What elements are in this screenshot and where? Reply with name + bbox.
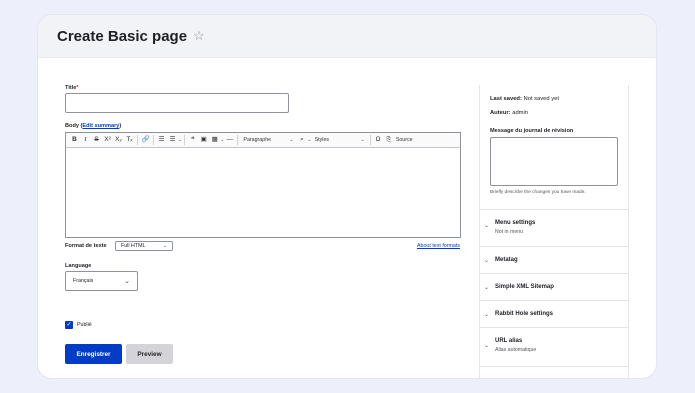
link-icon[interactable]: 🔗 xyxy=(140,133,151,147)
accordion-url-alias[interactable]: ⌄ URL alias Alias automatique xyxy=(480,327,628,367)
heading-dropdown-value: Paragraphe xyxy=(243,137,272,143)
image-icon[interactable]: ▣ xyxy=(198,133,209,147)
table-icon[interactable]: ▦ xyxy=(209,133,220,147)
chevron-down-icon: ⌄ xyxy=(484,258,490,264)
last-saved-value: Not saved yet xyxy=(523,96,559,102)
title-label: Title* xyxy=(65,85,79,91)
special-characters-icon[interactable]: Ω xyxy=(373,133,384,147)
accordion-title: Rabbit Hole settings xyxy=(495,311,554,317)
author-label: Auteur: xyxy=(490,110,511,116)
superscript-button[interactable]: X² xyxy=(102,133,113,147)
body-label-text: Body xyxy=(65,123,79,129)
author-value: admin xyxy=(512,110,529,116)
page-header: Create Basic page ☆ xyxy=(38,15,656,58)
accordion-menu-settings[interactable]: ⌄ Menu settings Not in menu xyxy=(480,209,628,246)
chevron-down-icon[interactable]: ⌄ xyxy=(178,137,182,143)
language-select[interactable]: Français ⌄ xyxy=(65,271,138,291)
bullet-list-icon[interactable]: ☰ xyxy=(156,133,167,147)
language-select-value: Français xyxy=(73,278,94,284)
accordion-title: Metatag xyxy=(495,257,518,263)
source-button[interactable]: ⎘ Source xyxy=(384,137,416,144)
accordion-summary: Not in menu xyxy=(495,229,523,235)
preview-button[interactable]: Preview xyxy=(126,344,173,364)
accordion-metatag[interactable]: ⌄ Metatag xyxy=(480,246,628,273)
required-mark: * xyxy=(76,85,79,91)
format-select-value: Full HTML xyxy=(121,243,146,249)
blockquote-icon[interactable]: ❝ xyxy=(187,133,198,147)
chevron-down-icon: ⌄ xyxy=(484,285,490,291)
toolbar-separator xyxy=(184,135,186,145)
last-saved: Last saved: Not saved yet xyxy=(490,96,559,102)
chevron-down-icon: ⌄ xyxy=(484,223,490,229)
accordion-title: Simple XML Sitemap xyxy=(495,284,554,290)
save-button[interactable]: Enregistrer xyxy=(65,344,122,364)
numbered-list-icon[interactable]: ☰ xyxy=(167,133,178,147)
styles-dropdown-value: Styles xyxy=(314,137,330,143)
revision-label: Message du journal de révision xyxy=(490,128,574,134)
published-label: Publié xyxy=(77,322,92,328)
styles-dropdown[interactable]: Styles ⌄ xyxy=(312,137,368,143)
title-label-text: Title xyxy=(65,85,77,91)
page-card: Create Basic page ☆ Title* Body (Edit su… xyxy=(38,15,656,378)
heading-dropdown[interactable]: Paragraphe ⌄ xyxy=(240,137,296,143)
subscript-button[interactable]: X₂ xyxy=(113,133,124,147)
accordion-title: Menu settings xyxy=(495,220,536,226)
chevron-down-icon: ⌄ xyxy=(289,137,294,143)
accordion-simple-xml-sitemap[interactable]: ⌄ Simple XML Sitemap xyxy=(480,273,628,300)
source-icon: ⎘ xyxy=(386,136,391,143)
accordion-summary: Alias automatique xyxy=(495,347,537,353)
chevron-down-icon: ⌄ xyxy=(124,278,130,285)
chevron-down-icon: ⌄ xyxy=(484,343,490,349)
toolbar-separator xyxy=(153,135,154,145)
title-input[interactable] xyxy=(65,93,289,113)
toolbar-separator xyxy=(369,135,371,145)
author: Auteur: admin xyxy=(490,110,528,116)
page-title: Create Basic page xyxy=(57,27,188,45)
accordion-title: URL alias xyxy=(495,338,523,344)
strikethrough-button[interactable]: S xyxy=(91,133,102,147)
horizontal-line-icon[interactable]: — xyxy=(224,133,235,147)
remove-format-button[interactable]: Tₓ xyxy=(124,133,135,147)
body-label: Body (Edit summary) xyxy=(65,123,122,129)
toolbar-separator xyxy=(137,135,138,145)
revision-help: Briefly describe the changes you have ma… xyxy=(490,190,586,195)
body-editor[interactable] xyxy=(65,148,461,238)
format-label: Format de texte xyxy=(65,243,107,249)
published-checkbox[interactable]: ✓ xyxy=(65,321,73,329)
about-text-formats-link[interactable]: About text formats xyxy=(417,243,460,249)
sidebar: Last saved: Not saved yet Auteur: admin … xyxy=(479,85,629,378)
italic-button[interactable]: I xyxy=(80,133,91,147)
source-label: Source xyxy=(395,137,413,143)
chevron-down-icon: ⌄ xyxy=(484,312,490,318)
chevron-down-icon: ⌄ xyxy=(162,243,167,249)
toolbar-separator xyxy=(237,135,239,145)
language-label: Language xyxy=(65,263,92,269)
editor-toolbar: B I S X² X₂ Tₓ 🔗 ☰ ☰ ⌄ ❝ ▣ ▦ ⌄ — Paragra… xyxy=(65,132,461,148)
star-icon[interactable]: ☆ xyxy=(193,28,205,44)
last-saved-label: Last saved: xyxy=(490,96,522,102)
accordion-rabbit-hole-settings[interactable]: ⌄ Rabbit Hole settings xyxy=(480,300,628,327)
find-replace-icon[interactable]: ⌕ xyxy=(296,133,307,147)
chevron-down-icon: ⌄ xyxy=(360,137,365,143)
bold-button[interactable]: B xyxy=(69,133,80,147)
revision-textarea[interactable] xyxy=(490,137,618,186)
edit-summary-link[interactable]: Edit summary xyxy=(82,123,119,129)
format-select[interactable]: Full HTML ⌄ xyxy=(115,241,173,251)
